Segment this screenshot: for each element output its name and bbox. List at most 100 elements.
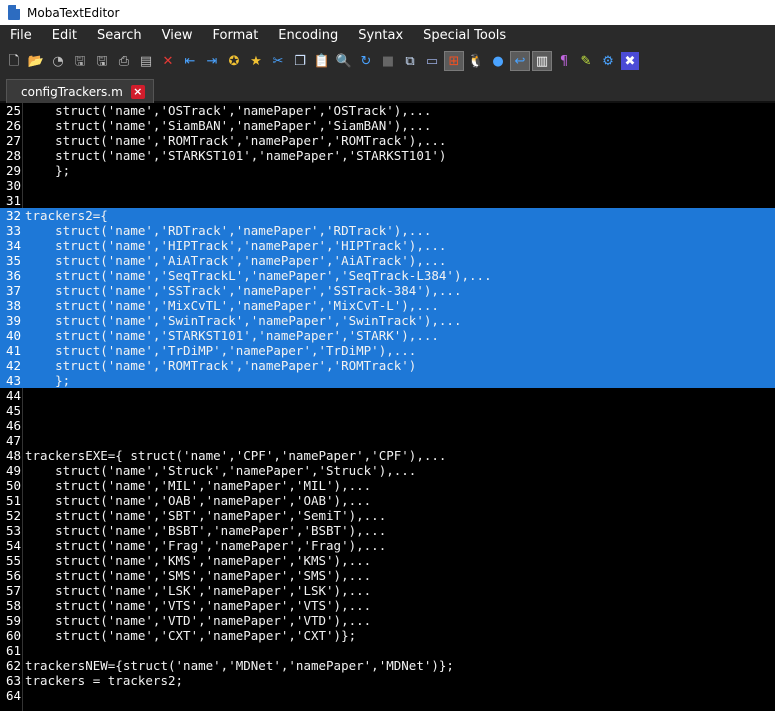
- code-line[interactable]: 28 struct('name','STARKST101','namePaper…: [0, 148, 775, 163]
- indent-icon[interactable]: ⇥: [203, 52, 221, 70]
- paste-icon[interactable]: 📋: [313, 52, 331, 70]
- app-window: MobaTextEditor File Edit Search View For…: [0, 0, 775, 711]
- show-special-chars-icon[interactable]: ¶: [555, 52, 573, 70]
- code-line[interactable]: 27 struct('name','ROMTrack','namePaper',…: [0, 133, 775, 148]
- goto-icon[interactable]: ■: [379, 52, 397, 70]
- code-line[interactable]: 51 struct('name','OAB','namePaper','OAB'…: [0, 493, 775, 508]
- code-line[interactable]: 62 trackersNEW={struct('name','MDNet','na…: [0, 658, 775, 673]
- code-line[interactable]: 38 struct('name','MixCvTL','namePaper','…: [0, 298, 775, 313]
- line-number: 39: [5, 313, 21, 328]
- menu-special-tools[interactable]: Special Tools: [413, 25, 516, 47]
- new-file-icon[interactable]: 🗋: [5, 52, 23, 70]
- code-line[interactable]: 55 struct('name','KMS','namePaper','KMS'…: [0, 553, 775, 568]
- highlight-icon[interactable]: ✎: [577, 52, 595, 70]
- bookmark-toggle-icon[interactable]: ✪: [225, 52, 243, 70]
- code-line[interactable]: 41 struct('name','TrDiMP','namePaper','T…: [0, 343, 775, 358]
- code-line[interactable]: 40 struct('name','STARKST101','namePaper…: [0, 328, 775, 343]
- code-line[interactable]: 58 struct('name','VTS','namePaper','VTS'…: [0, 598, 775, 613]
- compare-icon[interactable]: ⧉: [401, 52, 419, 70]
- code-text: trackersEXE={ struct('name','CPF','nameP…: [25, 448, 447, 463]
- tab-configtrackers[interactable]: configTrackers.m ×: [6, 79, 154, 103]
- code-line[interactable]: 39 struct('name','SwinTrack','namePaper'…: [0, 313, 775, 328]
- code-line[interactable]: 60 struct('name','CXT','namePaper','CXT'…: [0, 628, 775, 643]
- code-line[interactable]: 59 struct('name','VTD','namePaper','VTD'…: [0, 613, 775, 628]
- line-number: 61: [5, 643, 21, 658]
- menu-view[interactable]: View: [152, 25, 203, 47]
- unindent-icon[interactable]: ⇤: [181, 52, 199, 70]
- code-line[interactable]: 36 struct('name','SeqTrackL','namePaper'…: [0, 268, 775, 283]
- code-line[interactable]: 45: [0, 403, 775, 418]
- print-preview-icon[interactable]: ▤: [137, 52, 155, 70]
- line-number: 53: [5, 523, 21, 538]
- code-line[interactable]: 48 trackersEXE={ struct('name','CPF','nam…: [0, 448, 775, 463]
- find-icon[interactable]: 🔍: [335, 52, 353, 70]
- code-editor[interactable]: 25 struct('name','OSTrack','namePaper','…: [0, 103, 775, 711]
- code-text: struct('name','MixCvTL','namePaper','Mix…: [25, 298, 439, 313]
- menu-search[interactable]: Search: [87, 25, 152, 47]
- menu-format[interactable]: Format: [202, 25, 268, 47]
- mac-format-icon[interactable]: ●: [489, 52, 507, 70]
- print-icon[interactable]: ⎙: [115, 52, 133, 70]
- code-text: struct('name','SBT','namePaper','SemiT')…: [25, 508, 387, 523]
- windows-format-icon[interactable]: ⊞: [444, 51, 464, 71]
- code-line[interactable]: 57 struct('name','LSK','namePaper','LSK'…: [0, 583, 775, 598]
- exit-icon[interactable]: ✖: [621, 52, 639, 70]
- code-line[interactable]: 25 struct('name','OSTrack','namePaper','…: [0, 103, 775, 118]
- menu-edit[interactable]: Edit: [42, 25, 87, 47]
- save-icon[interactable]: 🖫: [71, 52, 89, 70]
- line-number: 25: [5, 103, 21, 118]
- line-number: 48: [5, 448, 21, 463]
- code-line[interactable]: 32 trackers2={: [0, 208, 775, 223]
- close-tab-icon[interactable]: ×: [130, 84, 145, 99]
- code-text: struct('name','SiamBAN','namePaper','Sia…: [25, 118, 432, 133]
- code-line[interactable]: 33 struct('name','RDTrack','namePaper','…: [0, 223, 775, 238]
- word-wrap-icon[interactable]: ↩: [510, 51, 530, 71]
- code-text: struct('name','Struck','namePaper','Stru…: [25, 463, 417, 478]
- code-line[interactable]: 35 struct('name','AiATrack','namePaper',…: [0, 253, 775, 268]
- code-line[interactable]: 43 };: [0, 373, 775, 388]
- code-text: struct('name','VTS','namePaper','VTS'),.…: [25, 598, 372, 613]
- line-number: 31: [5, 193, 21, 208]
- code-line[interactable]: 46: [0, 418, 775, 433]
- code-line[interactable]: 52 struct('name','SBT','namePaper','Semi…: [0, 508, 775, 523]
- code-line[interactable]: 37 struct('name','SSTrack','namePaper','…: [0, 283, 775, 298]
- replace-icon[interactable]: ↻: [357, 52, 375, 70]
- view-mode-icon[interactable]: ▭: [423, 52, 441, 70]
- bookmark-star-icon[interactable]: ★: [247, 52, 265, 70]
- code-line[interactable]: 26 struct('name','SiamBAN','namePaper','…: [0, 118, 775, 133]
- code-line[interactable]: 54 struct('name','Frag','namePaper','Fra…: [0, 538, 775, 553]
- code-line[interactable]: 53 struct('name','BSBT','namePaper','BSB…: [0, 523, 775, 538]
- code-text: struct('name','ROMTrack','namePaper','RO…: [25, 133, 447, 148]
- cut-icon[interactable]: ✂: [269, 52, 287, 70]
- code-line[interactable]: 44: [0, 388, 775, 403]
- line-number: 54: [5, 538, 21, 553]
- menu-syntax[interactable]: Syntax: [348, 25, 413, 47]
- reload-icon[interactable]: ◔: [49, 52, 67, 70]
- linux-format-icon[interactable]: 🐧: [467, 52, 485, 70]
- code-line[interactable]: 56 struct('name','SMS','namePaper','SMS'…: [0, 568, 775, 583]
- menu-file[interactable]: File: [0, 25, 42, 47]
- menu-bar: File Edit Search View Format Encoding Sy…: [0, 25, 775, 47]
- code-line[interactable]: 30: [0, 178, 775, 193]
- line-number: 32: [5, 208, 21, 223]
- menu-encoding[interactable]: Encoding: [268, 25, 348, 47]
- code-line[interactable]: 34 struct('name','HIPTrack','namePaper',…: [0, 238, 775, 253]
- code-line[interactable]: 50 struct('name','MIL','namePaper','MIL'…: [0, 478, 775, 493]
- code-line[interactable]: 64: [0, 688, 775, 703]
- line-number: 64: [5, 688, 21, 703]
- code-line[interactable]: 31: [0, 193, 775, 208]
- settings-icon[interactable]: ⚙: [599, 52, 617, 70]
- code-text: struct('name','STARKST101','namePaper','…: [25, 328, 439, 343]
- code-line[interactable]: 63 trackers = trackers2;: [0, 673, 775, 688]
- code-line[interactable]: 61: [0, 643, 775, 658]
- code-line[interactable]: 49 struct('name','Struck','namePaper','S…: [0, 463, 775, 478]
- save-all-icon[interactable]: 🖫: [93, 52, 111, 70]
- code-line[interactable]: 29 };: [0, 163, 775, 178]
- code-line[interactable]: 42 struct('name','ROMTrack','namePaper',…: [0, 358, 775, 373]
- code-text: struct('name','MIL','namePaper','MIL'),.…: [25, 478, 372, 493]
- copy-icon[interactable]: ❐: [291, 52, 309, 70]
- split-view-icon[interactable]: ▥: [532, 51, 552, 71]
- code-line[interactable]: 47: [0, 433, 775, 448]
- open-folder-icon[interactable]: 📂: [27, 52, 45, 70]
- close-file-icon[interactable]: ✕: [159, 52, 177, 70]
